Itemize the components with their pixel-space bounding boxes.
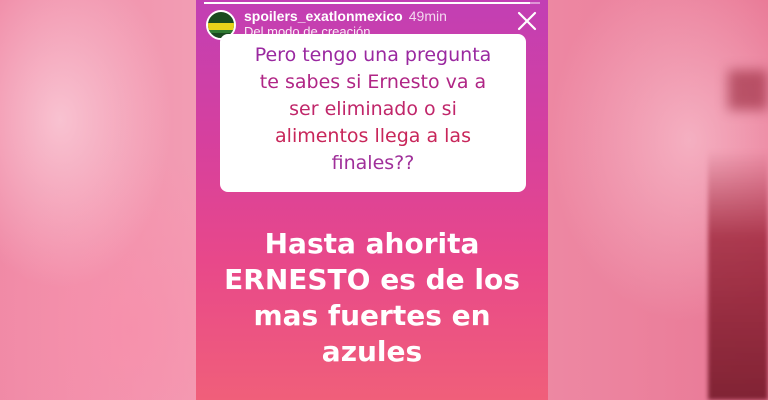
screen: spoilers_exatlonmexico 49min Del modo de … (0, 0, 768, 400)
question-text-line: te sabes si Ernesto va a (259, 71, 487, 93)
avatar-logo-band (208, 23, 234, 30)
close-icon (517, 11, 537, 31)
answer-text-line: azules (321, 335, 423, 368)
question-text-line: ser eliminado o si (289, 98, 457, 120)
time-ago: 49min (408, 8, 447, 24)
instagram-story[interactable]: spoilers_exatlonmexico 49min Del modo de … (196, 0, 548, 400)
question-text-line: finales?? (331, 152, 415, 174)
answer-text-line: mas fuertes en (253, 299, 491, 332)
answer-text-line: Hasta ahorita (264, 227, 480, 260)
question-sticker: Pero tengo una pregunta te sabes si Erne… (220, 34, 526, 192)
blurred-background-shape (708, 150, 768, 400)
username[interactable]: spoilers_exatlonmexico (244, 8, 403, 24)
blurred-background-shape (728, 70, 768, 110)
avatar-logo-band (208, 30, 234, 33)
question-text-line: Pero tengo una pregunta (254, 44, 492, 66)
story-progress-bar (204, 2, 540, 4)
story-header: spoilers_exatlonmexico 49min (244, 8, 447, 24)
question-text-line: alimentos llega a las (275, 125, 471, 147)
answer-text-line: ERNESTO es de los (224, 263, 520, 296)
close-button[interactable] (516, 10, 538, 32)
answer-text: Hasta ahorita ERNESTO es de los mas fuer… (196, 226, 548, 370)
story-progress-fill (204, 2, 530, 4)
